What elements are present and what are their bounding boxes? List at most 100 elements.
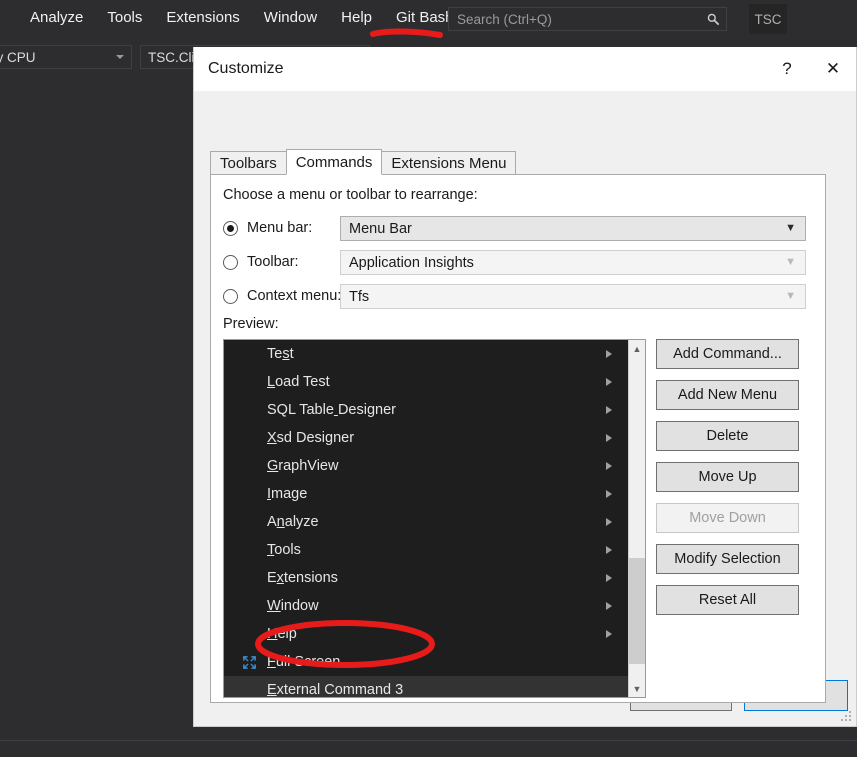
close-icon[interactable]: ✕ [810, 47, 856, 91]
dialog-title: Customize [194, 60, 284, 78]
submenu-arrow-icon [606, 546, 612, 554]
tab-extensions-menu[interactable]: Extensions Menu [381, 151, 516, 175]
submenu-arrow-icon [606, 434, 612, 442]
chevron-down-icon: ▼ [785, 257, 796, 268]
move-down-button: Move Down [656, 503, 799, 533]
preview-menu-row[interactable]: External Command 3 [224, 676, 628, 697]
delete-button[interactable]: Delete [656, 421, 799, 451]
modify-selection-button[interactable]: Modify Selection [656, 544, 799, 574]
commands-tab-panel: Choose a menu or toolbar to rearrange: M… [210, 174, 826, 703]
submenu-arrow-icon [606, 462, 612, 470]
account-badge[interactable]: TSC [749, 4, 787, 34]
toolbar-select-value: Application Insights [341, 255, 474, 271]
preview-caption: Preview: [223, 316, 279, 332]
ide-menu-bar: Analyze Tools Extensions Window Help Git… [0, 0, 857, 36]
submenu-arrow-icon [606, 518, 612, 526]
radio-menu-bar-label: Menu bar: [247, 220, 312, 236]
help-button[interactable]: ? [764, 47, 810, 91]
menu-item-extensions[interactable]: Extensions [154, 0, 251, 36]
submenu-arrow-icon [606, 490, 612, 498]
preview-menu-row-label: GraphView [262, 458, 338, 474]
submenu-arrow-icon [606, 406, 612, 414]
screen: Any CPU TSC.Clie Analyze Tools Extension… [0, 0, 857, 757]
preview-menu-row-label: Load Test [262, 374, 330, 390]
ide-menu-items: Analyze Tools Extensions Window Help Git… [18, 0, 466, 36]
preview-menu-row[interactable]: Tools [224, 536, 628, 564]
preview-menu-row[interactable]: Extensions [224, 564, 628, 592]
radio-context-menu[interactable] [223, 289, 238, 304]
preview-menu-row-label: SQL Table Designer [262, 402, 396, 418]
submenu-arrow-icon [606, 350, 612, 358]
search-icon [700, 8, 726, 30]
preview-menu-row-label: Image [262, 486, 307, 502]
dialog-body: Toolbars Commands Extensions Menu Choose… [194, 91, 856, 726]
chevron-down-icon: ▼ [785, 291, 796, 302]
preview-menu-row[interactable]: Window [224, 592, 628, 620]
menu-item-tools[interactable]: Tools [95, 0, 154, 36]
submenu-arrow-icon [606, 630, 612, 638]
resize-grip-icon[interactable] [839, 709, 853, 723]
context-menu-select-value: Tfs [341, 289, 369, 305]
preview-menu-row-label: Extensions [262, 570, 338, 586]
preview-menu-row-label: Xsd Designer [262, 430, 354, 446]
ide-search-box[interactable]: Search (Ctrl+Q) [448, 7, 727, 31]
preview-menu-row-label: Window [262, 598, 319, 614]
preview-menu-row[interactable]: Load Test [224, 368, 628, 396]
panel-caption: Choose a menu or toolbar to rearrange: [223, 187, 478, 203]
radio-row-menu-bar[interactable]: Menu bar: [223, 217, 312, 239]
preview-menu-row[interactable]: Test [224, 340, 628, 368]
preview-menu-row-label: Help [262, 626, 297, 642]
preview-menu-row-label: Analyze [262, 514, 319, 530]
radio-toolbar[interactable] [223, 255, 238, 270]
add-new-menu-button[interactable]: Add New Menu [656, 380, 799, 410]
toolbar-select[interactable]: Application Insights ▼ [340, 250, 806, 275]
preview-menu-row[interactable]: Xsd Designer [224, 424, 628, 452]
full-screen-icon [236, 655, 262, 670]
dialog-title-buttons: ? ✕ [764, 47, 856, 91]
chevron-down-icon [116, 55, 124, 59]
radio-context-menu-label: Context menu: [247, 288, 341, 304]
move-up-button[interactable]: Move Up [656, 462, 799, 492]
preview-menu-row[interactable]: Full Screen [224, 648, 628, 676]
menu-item-help[interactable]: Help [329, 0, 384, 36]
scroll-up-icon[interactable]: ▲ [629, 340, 645, 357]
preview-list[interactable]: Test Load Test SQL Table Designer Xsd Desig… [224, 340, 628, 697]
chevron-down-icon: ▼ [785, 223, 796, 234]
menu-item-analyze[interactable]: Analyze [18, 0, 95, 36]
ide-status-divider [0, 740, 857, 741]
menu-item-window[interactable]: Window [252, 0, 329, 36]
preview-menu-row-label: Full Screen [262, 654, 340, 670]
preview-menu-row[interactable]: GraphView [224, 452, 628, 480]
toolbar-platform-combo-label: Any CPU [0, 50, 36, 65]
radio-menu-bar[interactable] [223, 221, 238, 236]
preview-menu-row[interactable]: Help [224, 620, 628, 648]
customize-dialog: Customize ? ✕ Toolbars Commands Extensio… [193, 47, 857, 727]
preview-menu-row-label: Tools [262, 542, 301, 558]
toolbar-platform-combo[interactable]: Any CPU [0, 45, 132, 69]
menu-bar-select[interactable]: Menu Bar ▼ [340, 216, 806, 241]
reset-all-button[interactable]: Reset All [656, 585, 799, 615]
preview-menu-row[interactable]: SQL Table Designer [224, 396, 628, 424]
menu-bar-select-value: Menu Bar [341, 221, 412, 237]
search-input[interactable]: Search (Ctrl+Q) [449, 12, 700, 27]
scroll-down-icon[interactable]: ▼ [629, 680, 645, 697]
tab-strip: Toolbars Commands Extensions Menu [210, 149, 515, 175]
radio-toolbar-label: Toolbar: [247, 254, 299, 270]
add-command-button[interactable]: Add Command... [656, 339, 799, 369]
preview-menu-row-label: Test [262, 346, 294, 362]
radio-row-toolbar[interactable]: Toolbar: [223, 251, 299, 273]
context-menu-select[interactable]: Tfs ▼ [340, 284, 806, 309]
submenu-arrow-icon [606, 602, 612, 610]
preview-menu-row-label: External Command 3 [262, 682, 403, 697]
tab-toolbars[interactable]: Toolbars [210, 151, 287, 175]
preview-scrollbar[interactable]: ▲ ▼ [628, 340, 645, 697]
scrollbar-thumb[interactable] [629, 558, 645, 664]
radio-row-context-menu[interactable]: Context menu: [223, 285, 341, 307]
preview-menu-row[interactable]: Image [224, 480, 628, 508]
preview-menu-row[interactable]: Analyze [224, 508, 628, 536]
submenu-arrow-icon [606, 378, 612, 386]
tab-commands[interactable]: Commands [286, 149, 383, 175]
dialog-title-bar: Customize ? ✕ [194, 47, 856, 91]
preview-list-box[interactable]: Test Load Test SQL Table Designer Xsd Desig… [223, 339, 646, 698]
submenu-arrow-icon [606, 574, 612, 582]
